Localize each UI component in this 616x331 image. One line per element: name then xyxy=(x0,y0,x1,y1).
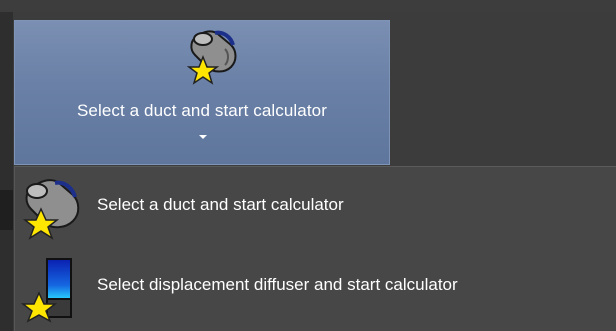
title-strip xyxy=(0,0,616,12)
duct-star-icon xyxy=(22,179,80,240)
split-button-label: Select a duct and start calculator xyxy=(76,101,328,120)
diffuser-star-icon xyxy=(21,258,72,323)
app-window: Select a duct and start calculator Selec… xyxy=(0,0,616,331)
ribbon-left-edge xyxy=(0,12,13,331)
split-button-main-area[interactable]: Select a duct and start calculator xyxy=(15,21,389,164)
dropdown-menu: Select a duct and start calculator Selec… xyxy=(14,166,616,331)
select-duct-split-button[interactable]: Select a duct and start calculator xyxy=(14,20,390,165)
menu-item-label: Select displacement diffuser and start c… xyxy=(97,275,458,294)
duct-star-icon xyxy=(186,30,237,85)
left-edge-shadow xyxy=(0,190,13,230)
menu-item-select-duct[interactable]: Select a duct and start calculator xyxy=(19,171,615,243)
dropdown-arrow-icon[interactable] xyxy=(199,135,207,139)
menu-item-label: Select a duct and start calculator xyxy=(97,195,344,214)
menu-item-select-diffuser[interactable]: Select displacement diffuser and start c… xyxy=(19,251,615,323)
